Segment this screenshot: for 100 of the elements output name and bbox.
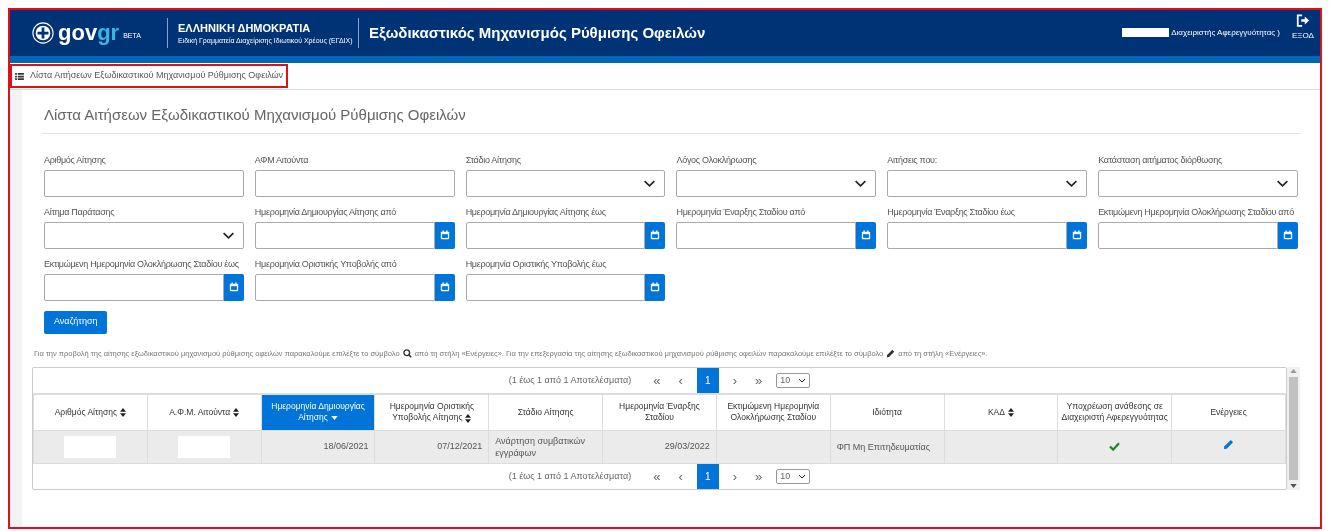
chevron-down-icon — [854, 178, 868, 188]
select-field[interactable] — [44, 221, 244, 249]
last-page-button[interactable]: » — [751, 370, 767, 390]
column-header[interactable]: Ημερομηνία Έναρξης Σταδίου — [602, 394, 717, 431]
results-summary: (1 έως 1 από 1 Αποτελέσματα) — [508, 469, 632, 483]
calendar-icon — [439, 282, 450, 292]
previous-page-button[interactable]: ‹ — [674, 370, 687, 390]
logo-text-gov: gov — [58, 22, 98, 44]
app-title: Εξωδικαστικός Μηχανισμός Ρύθμισης Οφειλών — [369, 22, 706, 43]
field-label: Αίτημα Παράτασης — [44, 205, 116, 218]
user-role: Διαχειριστής Αφερεγγυότητας ) — [1171, 27, 1280, 39]
field-label: Εκτιμώμενη Ημερομηνία Ολοκλήρωσης Σταδίου από — [1098, 205, 1295, 218]
date-field[interactable] — [44, 273, 224, 301]
select-field[interactable] — [465, 169, 666, 197]
date-field[interactable] — [465, 273, 646, 301]
emblem-icon — [32, 22, 54, 44]
calendar-button[interactable] — [856, 221, 877, 249]
date-field[interactable] — [254, 273, 435, 301]
sort-descending-icon — [330, 416, 338, 420]
scrollbar[interactable] — [1287, 366, 1300, 490]
column-header[interactable]: Ημερομηνία Δημιουργίας Αίτησης — [261, 394, 375, 431]
select-field[interactable] — [887, 169, 1088, 197]
table-cell: 29/03/2022 — [602, 430, 717, 464]
search-icon — [402, 348, 412, 358]
redacted-block — [1122, 27, 1170, 37]
date-field[interactable] — [465, 221, 646, 249]
edit-button[interactable] — [1223, 439, 1235, 450]
chevron-down-icon — [1276, 178, 1289, 188]
column-header[interactable]: Αριθμός Αίτησης — [33, 394, 148, 431]
page-button[interactable]: 1 — [696, 463, 719, 489]
calendar-button[interactable] — [645, 221, 666, 249]
field-label: Στάδιο Αίτησης — [465, 153, 522, 166]
date-field[interactable] — [887, 221, 1068, 249]
table-cell: ΦΠ Μη Επιτηδευματίας — [830, 430, 944, 464]
table-cell: 07/12/2021 — [374, 430, 489, 464]
sort-icon — [120, 408, 127, 417]
next-page-button[interactable]: › — [728, 466, 742, 486]
chevron-down-icon — [798, 377, 807, 383]
logout-icon — [1296, 13, 1310, 28]
chevron-down-icon — [221, 230, 235, 240]
first-page-button[interactable]: « — [649, 466, 665, 486]
column-header[interactable]: Υποχρέωση ανάθεσης σε Διαχειριστή Αφερεγγυότητας — [1057, 394, 1172, 431]
sort-icon — [1007, 408, 1014, 417]
field-label: Ημερομηνία Οριστικής Υποβολής από — [254, 257, 398, 270]
field-label: Αριθμός Αίτησης — [44, 153, 107, 166]
last-page-button[interactable]: » — [751, 466, 767, 486]
page-title: Λίστα Αιτήσεων Εξωδικαστικού Μηχανισμού Ρύθμισης Οφειλών — [42, 104, 1300, 134]
calendar-button[interactable] — [434, 273, 455, 301]
sort-icon — [465, 413, 472, 423]
calendar-icon — [861, 230, 872, 240]
results-summary: (1 έως 1 από 1 Αποτελέσματα) — [508, 373, 632, 387]
table-cell: Ανάρτηση συμβατικών εγγράφων — [488, 430, 603, 464]
select-field[interactable] — [676, 169, 877, 197]
calendar-icon — [650, 230, 661, 240]
date-field[interactable] — [676, 221, 857, 249]
column-header[interactable]: Ιδιότητα — [830, 394, 944, 431]
sort-icon — [233, 408, 240, 417]
field-label: Ημερομηνία Δημιουργίας Αίτησης έως — [465, 205, 607, 218]
column-header[interactable]: Στάδιο Αίτησης — [488, 394, 603, 431]
field-label: Κατάσταση αιτήματος διόρθωσης — [1098, 153, 1223, 166]
page-size-select[interactable]: 10 — [776, 468, 811, 484]
field-label: Ημερομηνία Έναρξης Σταδίου έως — [887, 205, 1016, 218]
calendar-button[interactable] — [645, 273, 666, 301]
chevron-down-icon — [1065, 178, 1079, 188]
column-header[interactable]: Εκτιμώμενη Ημερομηνία Ολοκλήρωσης Σταδίου — [716, 394, 831, 431]
column-header[interactable]: ΚΑΔ — [944, 394, 1058, 431]
first-page-button[interactable]: « — [649, 370, 665, 390]
input-field[interactable] — [254, 169, 455, 197]
calendar-button[interactable] — [1278, 221, 1298, 249]
logo-text-gr: gr — [97, 22, 120, 44]
column-header[interactable]: Α.Φ.Μ. Αιτούντα — [147, 394, 262, 431]
column-header[interactable]: Ημερομηνία Οριστικής Υποβολής Αίτησης — [374, 394, 489, 431]
page-size-select[interactable]: 10 — [776, 372, 811, 388]
logout-button[interactable]: ΕΞΟΔ — [1290, 13, 1316, 42]
page-button[interactable]: 1 — [696, 367, 719, 393]
field-label: Εκτιμώμενη Ημερομηνία Ολοκλήρωσης Σταδίου έως — [44, 257, 240, 270]
calendar-button[interactable] — [434, 221, 455, 249]
column-header[interactable]: Ενέργειες — [1171, 394, 1286, 431]
pencil-icon — [886, 348, 896, 358]
search-button[interactable]: Αναζήτηση — [44, 310, 108, 334]
scroll-up-icon — [1290, 368, 1297, 373]
previous-page-button[interactable]: ‹ — [674, 466, 687, 486]
field-label: ΑΦΜ Αιτούντα — [254, 153, 310, 166]
calendar-icon — [1283, 230, 1293, 240]
calendar-button[interactable] — [1067, 221, 1088, 249]
calendar-button[interactable] — [223, 273, 244, 301]
date-field[interactable] — [1098, 221, 1278, 249]
next-page-button[interactable]: › — [728, 370, 742, 390]
calendar-icon — [650, 282, 661, 292]
scroll-down-icon — [1290, 483, 1297, 488]
breadcrumb-link[interactable]: Λίστα Αιτήσεων Εξωδικαστικού Μηχανισμού Ρύθμισης Οφειλών — [10, 64, 289, 88]
chevron-down-icon — [798, 473, 807, 479]
field-label: Λόγος Ολοκλήρωσης — [676, 153, 758, 166]
chevron-down-icon — [643, 178, 657, 188]
select-field[interactable] — [1098, 169, 1298, 197]
input-field[interactable] — [44, 169, 244, 197]
checkmark-icon — [1109, 442, 1121, 452]
pencil-icon — [1223, 439, 1235, 450]
field-label: Ημερομηνία Έναρξης Σταδίου από — [676, 205, 807, 218]
date-field[interactable] — [254, 221, 435, 249]
